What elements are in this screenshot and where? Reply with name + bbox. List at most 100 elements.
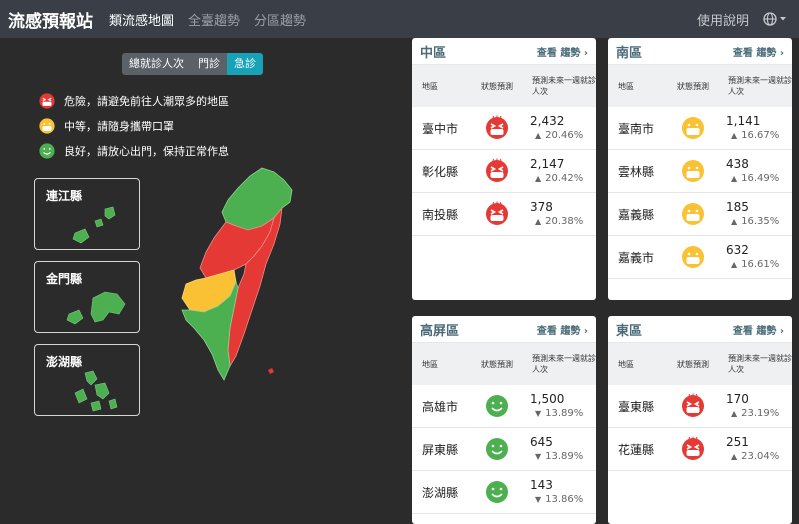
chevron-right-icon: › [779,47,784,59]
col-status: 狀態預測 [677,81,709,91]
table-row[interactable]: 花蓮縣 251 ▲ 23.04% [608,428,792,471]
legend-danger: 危險，請避免前往人潮眾多的地區 [38,90,229,112]
danger-face-icon [666,393,720,419]
danger-face-icon [470,158,524,184]
table-row[interactable]: 澎湖縣 143 ▼ 13.86% [412,471,596,514]
medium-face-icon [666,115,720,141]
toggle-outpatient[interactable]: 門診 [191,53,227,75]
toggle-total-visits[interactable]: 總就診人次 [122,53,191,75]
region-title: 高屏區 [420,323,460,339]
view-trend-link[interactable]: 查看 趨勢 › [537,44,588,59]
visit-count: 2,432 [530,114,565,128]
view-trend-label: 查看 趨勢 [536,47,581,59]
visit-count: 378 [530,200,553,214]
triangle-down-icon: ▼ [535,452,542,461]
table-body: 高雄市 1,500 ▼ 13.89% 屏東縣 645 ▼ 13.89% 澎湖縣 143 ▼ 13.86… [412,385,596,514]
table-row[interactable]: 臺中市 2,432 ▲ 20.46% [412,107,596,150]
forecast-cell: 2,147 ▲ 20.42% [524,157,596,185]
triangle-up-icon: ▲ [731,260,738,269]
island-box-penghu[interactable]: 澎湖縣 [34,344,140,416]
brand-title[interactable]: 流感預報站 [8,7,93,32]
medium-face-icon [666,244,720,270]
danger-face-icon [666,436,720,462]
danger-face-icon [39,93,55,109]
change-percent-value: 13.89% [545,408,584,419]
visit-count: 251 [726,435,749,449]
green-island [268,368,274,374]
nav-link-regional-trend[interactable]: 分區趨勢 [254,10,306,29]
kinmen-map [66,291,126,325]
change-percent: ▼ 13.89% [530,450,596,463]
forecast-cell: 170 ▲ 23.19% [720,392,792,420]
nav-link-national-trend[interactable]: 全臺趨勢 [188,10,240,29]
triangle-up-icon: ▲ [731,217,738,226]
forecast-cell: 645 ▼ 13.89% [524,435,596,463]
table-row[interactable]: 嘉義市 632 ▲ 16.61% [608,236,792,279]
island-box-kinmen[interactable]: 金門縣 [34,261,140,333]
legend-good-text: 良好，請放心出門，保持正常作息 [64,145,229,158]
table-row[interactable]: 南投縣 378 ▲ 20.38% [412,193,596,236]
legend-good: 良好，請放心出門，保持正常作息 [38,140,229,162]
visit-count: 170 [726,392,749,406]
change-percent: ▲ 16.49% [726,172,792,185]
change-percent-value: 13.89% [545,451,584,462]
forecast-cell: 185 ▲ 16.35% [720,200,792,228]
danger-face-icon [470,115,524,141]
view-trend-link[interactable]: 查看 趨勢 › [537,322,588,337]
card-header: 高屏區 查看 趨勢 › [412,316,596,343]
change-percent: ▼ 13.89% [530,407,596,420]
toggle-emergency[interactable]: 急診 [227,53,263,75]
view-trend-label: 查看 趨勢 [536,325,581,337]
forecast-cell: 1,141 ▲ 16.67% [720,114,792,142]
table-row[interactable]: 彰化縣 2,147 ▲ 20.42% [412,150,596,193]
table-row[interactable]: 雲林縣 438 ▲ 16.49% [608,150,792,193]
change-percent: ▼ 13.86% [530,493,596,506]
forecast-cell: 251 ▲ 23.04% [720,435,792,463]
col-area: 地區 [618,81,634,91]
navbar: 流感預報站 類流感地圖 全臺趨勢 分區趨勢 使用說明 [0,0,799,38]
help-link[interactable]: 使用說明 [697,10,749,29]
region-north-green[interactable] [221,167,293,231]
triangle-up-icon: ▲ [535,217,542,226]
card-header: 中區 查看 趨勢 › [412,38,596,65]
table-row[interactable]: 高雄市 1,500 ▼ 13.89% [412,385,596,428]
visit-count: 645 [530,435,553,449]
good-face-icon [470,436,524,462]
medium-face-icon [39,118,55,134]
table-header: 地區 狀態預測 預測未來一週就診人次 [608,65,792,107]
island-box-lienchiang[interactable]: 連江縣 [34,178,140,250]
table-row[interactable]: 屏東縣 645 ▼ 13.89% [412,428,596,471]
table-row[interactable]: 嘉義縣 185 ▲ 16.35% [608,193,792,236]
area-name: 臺南市 [618,121,655,136]
change-percent-value: 16.35% [741,216,780,227]
region-title: 東區 [616,323,643,339]
area-name: 臺中市 [422,121,459,136]
col-area: 地區 [618,359,634,369]
change-percent: ▲ 16.35% [726,215,792,228]
triangle-up-icon: ▲ [731,174,738,183]
good-face-icon [39,143,55,159]
area-name: 嘉義縣 [618,207,655,222]
globe-icon[interactable] [763,12,787,26]
table-row[interactable]: 臺東縣 170 ▲ 23.19% [608,385,792,428]
lienchiang-map [72,206,116,244]
view-trend-label: 查看 趨勢 [732,325,777,337]
view-trend-link[interactable]: 查看 趨勢 › [733,44,784,59]
caret-down-icon [780,17,786,21]
col-forecast: 預測未來一週就診人次 [728,76,792,96]
view-trend-link[interactable]: 查看 趨勢 › [733,322,784,337]
card-header: 東區 查看 趨勢 › [608,316,792,343]
legend-medium: 中等，請隨身攜帶口罩 [38,115,229,137]
triangle-down-icon: ▼ [535,495,542,504]
col-status: 狀態預測 [481,359,513,369]
nav-link-map[interactable]: 類流感地圖 [109,10,174,29]
danger-face-icon [470,201,524,227]
visit-count: 632 [726,243,749,257]
visit-count: 143 [530,478,553,492]
col-status: 狀態預測 [677,359,709,369]
view-trend-label: 查看 趨勢 [732,47,777,59]
table-row[interactable]: 臺南市 1,141 ▲ 16.67% [608,107,792,150]
col-area: 地區 [422,359,438,369]
change-percent-value: 16.49% [741,173,780,184]
region-title: 南區 [616,45,643,61]
